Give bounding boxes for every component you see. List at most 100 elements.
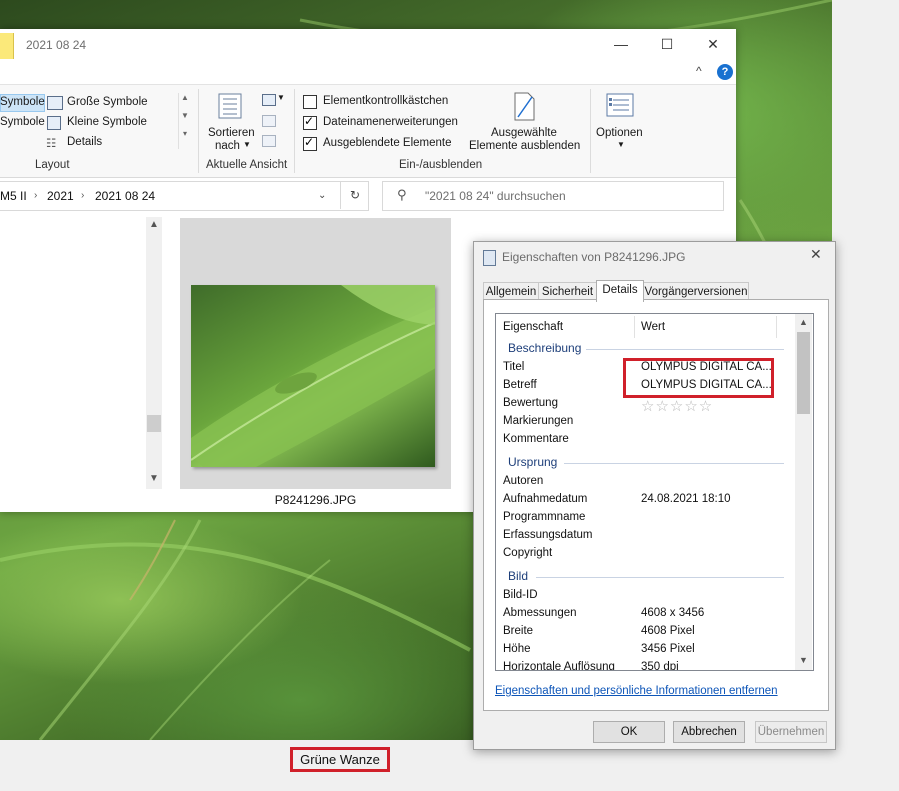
property-key[interactable]: Bewertung xyxy=(503,397,558,409)
file-extensions-checkbox[interactable] xyxy=(303,114,317,130)
file-name-label[interactable]: P8241296.JPG xyxy=(180,493,451,507)
group-by-icon[interactable] xyxy=(262,94,276,106)
address-bar[interactable]: M5 II › 2021 › 2021 08 24 ⌄ xyxy=(0,181,369,211)
options-button[interactable]: Optionen xyxy=(596,127,643,139)
ribbon-separator xyxy=(198,89,199,173)
group-heading-beschreibung: Beschreibung xyxy=(508,341,582,355)
property-key[interactable]: Markierungen xyxy=(503,415,573,427)
sort-by-label-2[interactable]: nach xyxy=(215,140,240,152)
sort-by-label[interactable]: Sortieren xyxy=(208,127,255,139)
options-dropdown-icon[interactable]: ▼ xyxy=(617,140,625,149)
hide-selected-label[interactable]: Ausgewählte xyxy=(491,127,557,139)
hide-selected-label-2[interactable]: Elemente ausblenden xyxy=(469,140,580,152)
property-key[interactable]: Aufnahmedatum xyxy=(503,493,587,505)
maximize-button[interactable]: ☐ xyxy=(644,29,690,59)
file-tile-selected[interactable]: P8241296.JPG xyxy=(180,218,451,507)
property-value-height[interactable]: 3456 Pixel xyxy=(641,643,695,655)
layout-large-icons[interactable]: Große Symbole xyxy=(67,96,148,108)
breadcrumb-item[interactable]: M5 II xyxy=(0,189,27,203)
hidden-items-checkbox[interactable] xyxy=(303,135,317,151)
property-key[interactable]: Autoren xyxy=(503,475,543,487)
properties-dialog: Eigenschaften von P8241296.JPG ✕ Allgeme… xyxy=(473,241,836,750)
sort-dropdown-icon[interactable]: ▼ xyxy=(243,140,251,149)
hidden-items-label[interactable]: Ausgeblendete Elemente xyxy=(323,137,452,149)
file-extensions-label[interactable]: Dateinamenerweiterungen xyxy=(323,116,458,128)
dialog-title: Eigenschaften von P8241296.JPG xyxy=(502,250,686,264)
item-checkboxes-checkbox[interactable] xyxy=(303,95,317,109)
current-view-group-label: Aktuelle Ansicht xyxy=(206,159,288,171)
layout-details[interactable]: Details xyxy=(67,136,102,148)
chevron-up-icon[interactable]: ^ xyxy=(696,64,702,78)
group-divider xyxy=(564,463,784,464)
layout-small-icons[interactable]: Kleine Symbole xyxy=(67,116,147,128)
property-value-dimensions[interactable]: 4608 x 3456 xyxy=(641,607,704,619)
scroll-up-icon[interactable]: ▲ xyxy=(795,317,812,327)
property-key[interactable]: Horizontale Auflösung xyxy=(503,661,615,670)
search-icon: ⚲ xyxy=(397,187,407,202)
layout-symbole-option[interactable]: Symbole xyxy=(0,96,45,108)
image-file-icon xyxy=(483,250,496,266)
minimize-button[interactable]: — xyxy=(598,29,644,59)
search-box[interactable]: ⚲ "2021 08 24" durchsuchen xyxy=(382,181,724,211)
scroll-down-icon[interactable]: ▼ xyxy=(795,655,812,665)
property-value-width[interactable]: 4608 Pixel xyxy=(641,625,695,637)
sort-by-icon[interactable] xyxy=(216,91,246,121)
large-icons-icon xyxy=(47,96,63,110)
scrollbar-thumb[interactable] xyxy=(797,332,810,414)
scrollbar-thumb[interactable] xyxy=(147,415,161,432)
search-placeholder[interactable]: "2021 08 24" durchsuchen xyxy=(425,189,566,203)
item-checkboxes-label[interactable]: Elementkontrollkästchen xyxy=(323,95,448,107)
column-header-property[interactable]: Eigenschaft xyxy=(503,314,563,340)
property-key[interactable]: Programmname xyxy=(503,511,585,523)
rating-stars[interactable]: ☆☆☆☆☆ xyxy=(641,397,713,415)
group-heading-ursprung: Ursprung xyxy=(508,455,558,469)
ribbon-separator xyxy=(590,89,591,173)
cancel-button[interactable]: Abbrechen xyxy=(673,721,745,743)
group-by-dropdown-icon[interactable]: ▼ xyxy=(277,93,285,102)
property-key[interactable]: Kommentare xyxy=(503,433,569,445)
close-icon[interactable]: ✕ xyxy=(810,246,822,263)
scroll-up-icon[interactable]: ▲ xyxy=(146,219,162,230)
options-icon[interactable] xyxy=(605,91,635,119)
column-divider[interactable] xyxy=(776,316,777,338)
property-key[interactable]: Erfassungsdatum xyxy=(503,529,593,541)
column-divider[interactable] xyxy=(634,316,635,338)
apply-button[interactable]: Übernehmen xyxy=(755,721,827,743)
column-header-value[interactable]: Wert xyxy=(641,314,665,340)
property-value-resolution[interactable]: 350 dpi xyxy=(641,661,679,670)
refresh-icon[interactable]: ↻ xyxy=(340,181,369,209)
ribbon-view-tab: Symbole Große Symbole Symbole Kleine Sym… xyxy=(0,84,736,178)
layout-symbole-option-2[interactable]: Symbole xyxy=(0,116,45,128)
property-value-date-taken[interactable]: 24.08.2021 18:10 xyxy=(641,493,731,505)
property-key[interactable]: Copyright xyxy=(503,547,552,559)
help-icon[interactable]: ? xyxy=(717,64,733,80)
property-key[interactable]: Abmessungen xyxy=(503,607,577,619)
chevron-right-icon: › xyxy=(34,190,38,201)
hide-selected-items-icon[interactable] xyxy=(512,91,538,123)
size-columns-icon[interactable] xyxy=(262,135,276,147)
chevron-down-icon[interactable]: ⌄ xyxy=(318,190,326,201)
navigation-pane-scrollbar[interactable]: ▲ ▼ xyxy=(146,217,162,489)
image-thumbnail[interactable] xyxy=(191,285,435,467)
tab-details[interactable]: Details xyxy=(596,280,644,302)
property-key[interactable]: Betreff xyxy=(503,379,537,391)
add-columns-icon[interactable] xyxy=(262,115,276,127)
group-divider xyxy=(536,577,784,578)
property-list-scrollbar[interactable]: ▲ ▼ xyxy=(795,314,812,670)
close-button[interactable]: ✕ xyxy=(690,29,736,59)
ok-button[interactable]: OK xyxy=(593,721,665,743)
property-key[interactable]: Breite xyxy=(503,625,533,637)
leaf-thumbnail-graphic xyxy=(191,285,435,467)
explorer-title: 2021 08 24 xyxy=(26,38,87,52)
highlight-box xyxy=(623,358,774,398)
layout-group-label: Layout xyxy=(35,159,70,171)
property-key[interactable]: Bild-ID xyxy=(503,589,538,601)
layout-gallery-scroll[interactable]: ▲ ▼ ▾ xyxy=(178,93,191,149)
property-key[interactable]: Höhe xyxy=(503,643,531,655)
quick-access-folder-icon[interactable] xyxy=(0,33,14,59)
remove-properties-link[interactable]: Eigenschaften und persönliche Informatio… xyxy=(495,685,778,697)
breadcrumb-item[interactable]: 2021 xyxy=(47,189,74,203)
property-key[interactable]: Titel xyxy=(503,361,524,373)
breadcrumb-item[interactable]: 2021 08 24 xyxy=(95,189,155,203)
scroll-down-icon[interactable]: ▼ xyxy=(146,473,162,484)
